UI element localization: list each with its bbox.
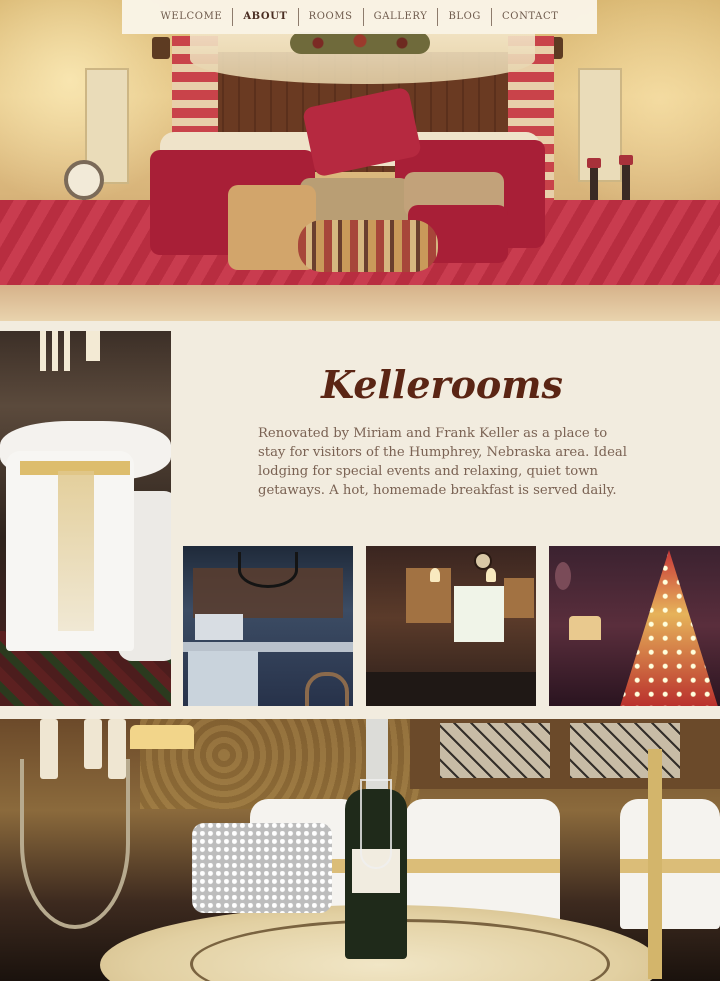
- hero-bedroom-photo: [0, 0, 720, 321]
- champagne-flute: [360, 779, 392, 869]
- dining-chair-photo: [0, 331, 171, 706]
- leaded-glass: [570, 723, 680, 778]
- wall-clock: [555, 562, 571, 590]
- celebration-table-photo: [0, 719, 720, 981]
- candle: [86, 331, 100, 361]
- organza-bow: [58, 471, 94, 631]
- wall-sconce-left: [152, 37, 170, 59]
- floral-garland: [290, 32, 430, 54]
- bolster-pillow: [298, 220, 438, 272]
- gold-taper-candle: [648, 749, 662, 979]
- red-candle: [619, 155, 633, 165]
- nav-item-rooms[interactable]: ROOMS: [299, 8, 364, 26]
- about-description: Renovated by Miriam and Frank Keller as …: [258, 426, 627, 498]
- main-nav: WELCOME ABOUT ROOMS GALLERY BLOG CONTACT: [122, 0, 597, 34]
- nav-item-gallery[interactable]: GALLERY: [364, 8, 439, 26]
- chair-sash: [405, 859, 560, 873]
- gallery-thumb-christmas[interactable]: [549, 546, 720, 706]
- window: [454, 586, 504, 642]
- leaded-glass: [440, 723, 550, 778]
- pendant-lamp: [486, 568, 496, 582]
- chair-sash: [620, 859, 720, 873]
- page-title: Kellerooms: [321, 362, 563, 407]
- candle: [40, 719, 58, 779]
- nav-item-about[interactable]: ABOUT: [233, 8, 299, 26]
- nav-item-welcome[interactable]: WELCOME: [151, 8, 234, 26]
- cabinets: [504, 578, 534, 618]
- candle: [64, 331, 70, 371]
- dining-table: [366, 672, 536, 706]
- gallery-thumb-kitchen[interactable]: [183, 546, 353, 706]
- chandelier: [238, 552, 298, 588]
- candelabra: [20, 759, 130, 929]
- nav-item-contact[interactable]: CONTACT: [492, 8, 568, 26]
- pendant-lamp: [430, 568, 440, 582]
- christmas-tree: [619, 550, 719, 706]
- stove: [188, 651, 258, 706]
- chair: [305, 672, 349, 706]
- candle: [52, 331, 58, 371]
- candle: [84, 719, 102, 769]
- nav-item-blog[interactable]: BLOG: [438, 8, 493, 26]
- cabinets: [406, 568, 451, 623]
- bed-skirt: [0, 285, 720, 321]
- table-lamp: [569, 616, 601, 640]
- candle: [40, 331, 46, 371]
- lamp-shade: [130, 725, 194, 749]
- candle: [108, 719, 126, 779]
- gallery-thumb-dining-kitchen[interactable]: [366, 546, 536, 706]
- microwave: [195, 614, 243, 640]
- red-candle: [587, 158, 601, 168]
- sequin-top-hat: [192, 823, 332, 913]
- mantel-clock: [64, 160, 104, 200]
